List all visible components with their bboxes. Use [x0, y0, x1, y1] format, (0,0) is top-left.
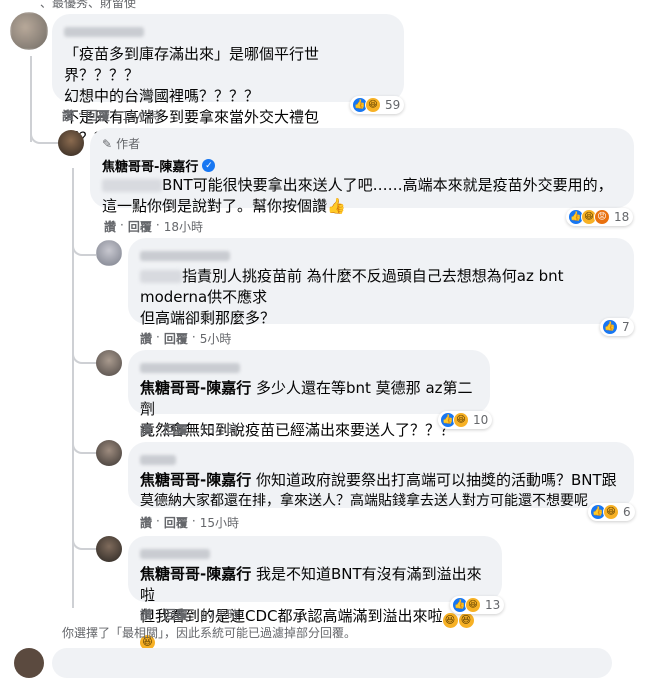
comment-text: 你知道政府說要祭出打高端可以抽獎的活動嗎？BNT跟 — [251, 471, 617, 489]
pencil-icon: ✎ — [102, 136, 113, 151]
comment-bubble — [52, 648, 612, 678]
timestamp[interactable]: 19小時 — [122, 107, 161, 124]
author-avatar[interactable] — [58, 130, 84, 156]
avatar[interactable] — [96, 350, 122, 376]
comment-actions: 讚 · 回覆 · 15小時 — [140, 514, 239, 531]
reaction-summary[interactable]: 👍 😆 6 — [588, 503, 635, 521]
reaction-count: 18 — [614, 210, 630, 224]
angry-icon: 😡 — [594, 209, 610, 225]
reply-bubble: 焦糖哥哥-陳嘉行 多少人還在等bnt 莫德那 az第二劑 竟然會無知到說疫苗已經… — [128, 350, 490, 439]
reaction-summary[interactable]: 👍 😆 59 — [350, 96, 405, 114]
reply-bubble: 焦糖哥哥-陳嘉行 我是不知道BNT有沒有滿到溢出來啦 但我看到的是連CDC都承認… — [128, 536, 502, 650]
haha-icon: 😆 — [465, 597, 481, 613]
laughing-emoji: 😆 — [442, 613, 458, 628]
reaction-count: 59 — [385, 98, 401, 112]
thumbs-up-emoji: 👍 — [327, 197, 346, 215]
avatar[interactable] — [96, 240, 122, 266]
haha-icon: 😆 — [453, 412, 469, 428]
reaction-count: 13 — [485, 598, 501, 612]
mention-tag[interactable]: 焦糖哥哥-陳嘉行 — [140, 379, 251, 397]
timestamp[interactable]: 17小時 — [200, 606, 239, 623]
commenter-name[interactable] — [140, 362, 240, 373]
mention-tag[interactable] — [140, 270, 182, 283]
comment-text: BNT可能很快要拿出來送人了吧……高端本來就是疫苗外交要用的， — [102, 175, 622, 196]
haha-icon: 😆 — [365, 97, 381, 113]
reply-link[interactable]: 回覆 — [164, 421, 188, 438]
like-link[interactable]: 讚 — [140, 514, 152, 531]
comment-actions: 讚 · 回覆 · 5小時 — [140, 330, 232, 347]
comment-actions: 讚 · 回覆 · 17小時 — [140, 606, 239, 623]
like-link[interactable]: 讚 — [140, 421, 152, 438]
filter-notice: 你選擇了「最相關」，因此系統可能已過濾掉部分回覆。 — [62, 626, 357, 640]
comment-actions: 讚 · 回覆 · 13小時 — [140, 421, 239, 438]
reply-link[interactable]: 回覆 — [86, 107, 110, 124]
comment-actions: 讚 · 回覆 · 19小時 — [62, 107, 161, 124]
commenter-name[interactable] — [64, 26, 144, 37]
reaction-summary[interactable]: 👍 😆 10 — [438, 411, 493, 429]
reply-bubble: 指責別人挑疫苗前 為什麼不反過頭自己去想想為何az bnt moderna供不應… — [128, 238, 634, 327]
comment-text-2: 這一點你倒是說對了。幫你按個讚👍 — [102, 197, 346, 215]
comment-bubble: 「疫苗多到庫存滿出來」是哪個平行世界？？？？ 幻想中的台灣國裡嗎？？？？ 不是只… — [52, 14, 404, 147]
verified-icon: ✓ — [202, 159, 216, 172]
reaction-count: 10 — [473, 413, 489, 427]
reaction-summary[interactable]: 👍 7 — [600, 318, 634, 336]
avatar[interactable] — [10, 12, 48, 50]
author-name[interactable]: 焦糖哥哥-陳嘉行 ✓ — [102, 156, 622, 175]
thread-elbow-3 — [72, 434, 96, 454]
thread-elbow-4 — [72, 530, 96, 550]
like-icon: 👍 — [602, 319, 618, 335]
timestamp[interactable]: 15小時 — [200, 514, 239, 531]
reply-link[interactable]: 回覆 — [128, 218, 152, 235]
reaction-count: 7 — [622, 320, 630, 334]
reply-link[interactable]: 回覆 — [164, 330, 188, 347]
like-link[interactable]: 讚 — [62, 107, 74, 124]
timestamp[interactable]: 18小時 — [164, 218, 203, 235]
thread-elbow-author — [30, 120, 58, 144]
thread-elbow-2 — [72, 344, 96, 364]
like-link[interactable]: 讚 — [104, 218, 116, 235]
avatar[interactable] — [96, 440, 122, 466]
commenter-name[interactable] — [140, 454, 176, 465]
like-link[interactable]: 讚 — [140, 606, 152, 623]
mention-tag[interactable]: 焦糖哥哥-陳嘉行 — [140, 471, 251, 489]
author-tag: ✎ 作者 — [102, 136, 141, 152]
commenter-name[interactable] — [140, 250, 230, 261]
timestamp[interactable]: 13小時 — [200, 421, 239, 438]
commenter-name[interactable] — [140, 548, 210, 559]
comment-actions: 讚 · 回覆 · 18小時 — [104, 218, 203, 235]
thread-elbow-1 — [72, 236, 96, 256]
reaction-count: 6 — [623, 505, 631, 519]
comment-text-2: 莫德納大家都還在排，拿來送人？高端貼錢拿去送人對方可能還不想要呢 — [140, 493, 588, 509]
reply-link[interactable]: 回覆 — [164, 606, 188, 623]
mention-tag[interactable]: 焦糖哥哥-陳嘉行 — [140, 565, 251, 583]
avatar[interactable] — [14, 648, 44, 678]
reply-link[interactable]: 回覆 — [164, 514, 188, 531]
author-comment-bubble: ✎ 作者 焦糖哥哥-陳嘉行 ✓ BNT可能很快要拿出來送人了吧……高端本來就是疫苗外… — [90, 128, 634, 215]
reply-bubble: 焦糖哥哥-陳嘉行 你知道政府說要祭出打高端可以抽獎的活動嗎？BNT跟 莫德納大家… — [128, 442, 634, 509]
haha-icon: 😆 — [603, 504, 619, 520]
mention-tag[interactable] — [102, 179, 162, 192]
comment-text: 指責別人挑疫苗前 為什麼不反過頭自己去想想為何az bnt — [182, 267, 564, 285]
reaction-summary[interactable]: 👍 😆 😡 18 — [566, 208, 634, 226]
comment-text-3: 但高端卻剩那麼多？ — [140, 309, 276, 327]
reaction-summary[interactable]: 👍 😆 13 — [450, 596, 505, 614]
avatar[interactable] — [96, 536, 122, 562]
like-link[interactable]: 讚 — [140, 330, 152, 347]
previous-comment-partial: 、最優秀、財留使 — [40, 0, 137, 10]
comment-text-2: moderna供不應求 — [140, 288, 268, 306]
laughing-emoji: 😆 — [458, 613, 474, 628]
timestamp[interactable]: 5小時 — [200, 330, 232, 347]
